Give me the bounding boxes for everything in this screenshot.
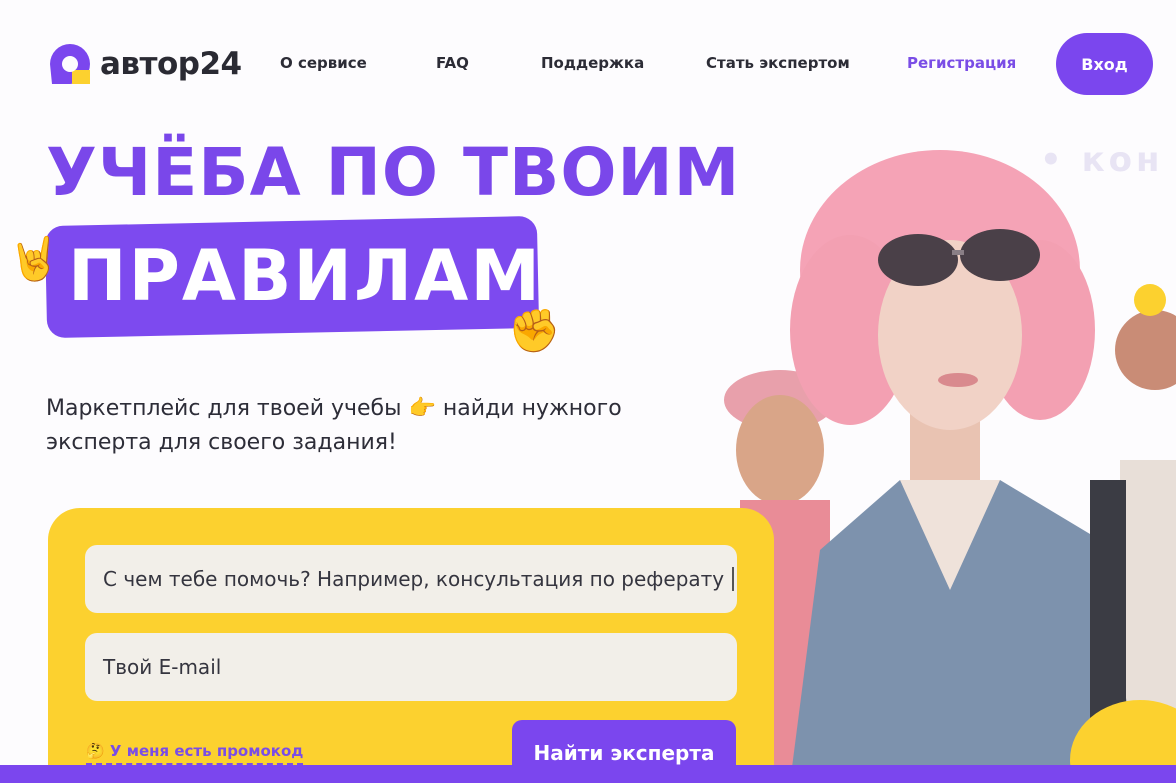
promo-code-link[interactable]: 🤔 У меня есть промокод	[86, 742, 304, 765]
rock-hand-icon: 🤘	[8, 234, 61, 283]
bottom-band	[0, 765, 1176, 783]
task-input[interactable]: С чем тебе помочь? Например, консультаци…	[85, 545, 737, 613]
thinking-emoji-icon: 🤔	[86, 742, 105, 760]
promo-code-label: У меня есть промокод	[109, 742, 304, 760]
logo-icon	[50, 44, 90, 84]
nav-about[interactable]: О сервисе	[280, 54, 367, 72]
nav-support[interactable]: Поддержка	[541, 54, 644, 72]
email-input[interactable]: Твой E-mail	[85, 633, 737, 701]
subtitle-part1: Маркетплейс для твоей учебы	[46, 396, 402, 421]
task-input-value: С чем тебе помочь? Например, консультаци…	[103, 567, 725, 591]
pointing-hand-icon: 👉	[408, 396, 436, 421]
hero-subtitle: Маркетплейс для твоей учебы 👉 найди нужн…	[46, 392, 726, 460]
text-caret	[732, 567, 735, 591]
nav-become-expert[interactable]: Стать экспертом	[706, 54, 850, 72]
logo[interactable]: автор24	[46, 40, 242, 88]
register-link[interactable]: Регистрация	[907, 54, 1016, 72]
hero-title-line2: ПРАВИЛАМ	[68, 235, 542, 317]
email-input-placeholder: Твой E-mail	[103, 655, 222, 679]
nav-faq[interactable]: FAQ	[436, 54, 469, 72]
fist-icon: ✊	[508, 306, 561, 355]
logo-text: автор24	[100, 46, 242, 82]
hero-title-line1: УЧЁБА ПО ТВОИМ	[46, 134, 741, 211]
login-button[interactable]: Вход	[1056, 33, 1153, 95]
